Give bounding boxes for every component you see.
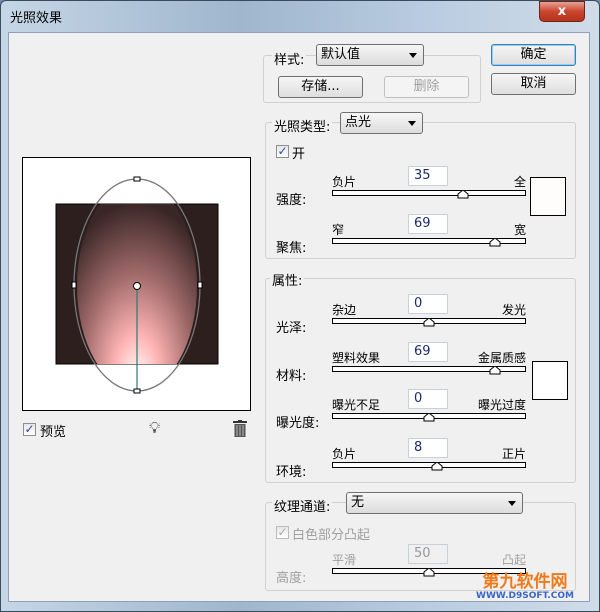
light-bulb-icon[interactable]: 💡︎ bbox=[149, 418, 160, 438]
slider-max-label: 宽 bbox=[513, 223, 526, 237]
slider-value-input[interactable]: 35 bbox=[408, 166, 448, 186]
trash-icon[interactable] bbox=[233, 420, 247, 437]
dialog-title: 光照效果 bbox=[10, 11, 63, 26]
watermark-name: 第九软件网 bbox=[482, 572, 568, 592]
style-value: 默认值 bbox=[321, 47, 361, 62]
ellipse-handle-left bbox=[71, 281, 77, 289]
slider-min-label: 窄 bbox=[332, 223, 345, 237]
light-on-checkbox[interactable]: ✓ bbox=[276, 145, 289, 158]
slider-thumb[interactable] bbox=[489, 238, 501, 247]
white-high-checkbox[interactable]: ✓ bbox=[276, 526, 289, 539]
watermark-url: WWW.D9SOFT.COM bbox=[476, 591, 574, 601]
style-label: 样式: bbox=[272, 49, 307, 68]
close-button[interactable]: x bbox=[539, 1, 585, 22]
chevron-down-icon bbox=[409, 53, 417, 58]
preview-canvas[interactable] bbox=[22, 157, 251, 411]
light-type-value: 点光 bbox=[345, 115, 372, 130]
slider-value-input[interactable]: 69 bbox=[408, 214, 448, 234]
slider-max-label: 全 bbox=[513, 175, 526, 189]
cancel-button[interactable]: 取消 bbox=[491, 73, 576, 95]
delete-button[interactable]: 删除 bbox=[384, 76, 469, 98]
watermark: 第九软件网 WWW.D9SOFT.COM bbox=[470, 573, 580, 601]
ellipse-handle-bottom bbox=[133, 388, 141, 394]
texture-channel-value: 无 bbox=[351, 495, 365, 510]
ambient-color-swatch[interactable] bbox=[532, 361, 568, 400]
light-type-dropdown[interactable]: 点光 bbox=[340, 112, 423, 134]
properties-label: 属性: bbox=[270, 270, 305, 289]
preview-checkbox[interactable]: ✓ bbox=[23, 423, 36, 436]
chevron-down-icon bbox=[508, 501, 516, 506]
ellipse-handle-right bbox=[197, 281, 203, 289]
light-type-label: 光照类型: bbox=[272, 116, 333, 135]
style-dropdown[interactable]: 默认值 bbox=[316, 44, 424, 66]
ok-button[interactable]: 确定 bbox=[491, 44, 576, 66]
save-button[interactable]: 存储... bbox=[278, 76, 363, 98]
slider-label: 强度: bbox=[276, 193, 307, 208]
ellipse-handle-top bbox=[133, 176, 141, 182]
preview-label: 预览 bbox=[40, 425, 67, 440]
slider-thumb[interactable] bbox=[457, 190, 469, 199]
white-high-label: 白色部分凸起 bbox=[292, 528, 371, 543]
light-preview[interactable] bbox=[23, 158, 250, 410]
slider-min-label: 负片 bbox=[332, 175, 357, 189]
texture-channel-label: 纹理通道: bbox=[272, 496, 333, 515]
slider-label: 聚焦: bbox=[276, 241, 307, 256]
texture-channel-dropdown[interactable]: 无 bbox=[346, 492, 523, 514]
light-center-handle bbox=[133, 282, 141, 290]
properties-group bbox=[265, 278, 576, 483]
light-on-label: 开 bbox=[292, 147, 306, 162]
chevron-down-icon bbox=[408, 121, 416, 126]
slider-track[interactable] bbox=[332, 238, 526, 247]
slider-track[interactable] bbox=[332, 190, 526, 199]
light-color-swatch[interactable] bbox=[530, 177, 566, 216]
